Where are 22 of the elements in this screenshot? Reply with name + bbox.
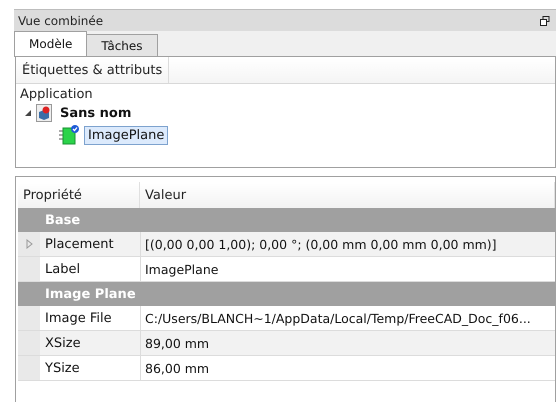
property-value[interactable]: 86,00 mm (140, 356, 555, 381)
expand-caret-icon[interactable] (24, 109, 32, 117)
column-header[interactable]: Propriété (18, 182, 140, 208)
property-name: Placement (44, 236, 114, 252)
tree-item[interactable]: Sans nom (56, 104, 136, 122)
property-value[interactable]: C:/Users/BLANCH~1/AppData/Local/Temp/FreeCAD_Doc_f06... (140, 306, 555, 331)
property-value[interactable]: 89,00 mm (140, 331, 555, 356)
tab[interactable]: Tâches (86, 34, 158, 56)
property-name: Image File (44, 310, 112, 326)
tab[interactable]: Modèle (14, 31, 88, 56)
float-icon[interactable] (540, 16, 550, 26)
image-plane-icon (58, 125, 80, 145)
column-header[interactable]: Valeur (140, 182, 555, 208)
property-name: XSize (44, 336, 81, 350)
property-value[interactable]: [(0,00 0,00 1,00); 0,00 °; (0,00 mm 0,00 mm 0,00 mm)] (140, 232, 555, 257)
property-value[interactable]: ImagePlane (140, 257, 555, 282)
tree-item[interactable]: ImagePlane (84, 126, 168, 144)
property-name: YSize (44, 360, 80, 376)
tree-root-label: Application (19, 86, 94, 102)
panel-title: Vue combinée (18, 14, 104, 28)
property-name: Label (44, 262, 80, 276)
part-icon (36, 104, 52, 122)
